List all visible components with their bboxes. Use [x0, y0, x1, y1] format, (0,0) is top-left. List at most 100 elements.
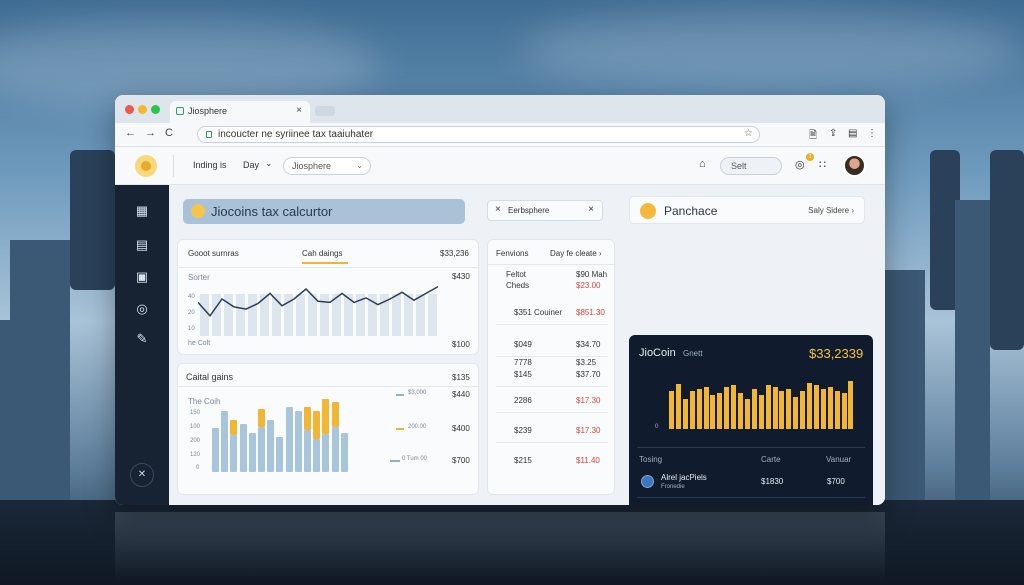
capital-bar [239, 402, 247, 472]
tab-close-icon[interactable]: × [296, 105, 302, 116]
wallet-icon[interactable]: ▤ [134, 237, 150, 253]
search-input[interactable]: Selt [720, 157, 782, 175]
table-cell: $215 [514, 456, 532, 465]
tab-gains-summary[interactable]: Gooot surnras [188, 249, 239, 258]
breadcrumb-2[interactable]: Day [243, 160, 259, 170]
gains-line [198, 286, 438, 317]
main-content: Jiocoins tax calcurtor × Eerbsphere × Pa… [169, 185, 885, 505]
back-arrow-icon[interactable]: ← [125, 127, 136, 139]
extensions-icon[interactable]: ▤ [848, 128, 857, 139]
grid-apps-icon[interactable]: ∷ [819, 158, 826, 171]
table-cell: $23.00 [576, 281, 601, 290]
capital-bar-chart [212, 398, 352, 472]
capital-bar-blue [313, 438, 321, 472]
row-divider [496, 386, 608, 387]
minimize-window-button[interactable] [138, 105, 147, 114]
table-cell: Cheds [506, 281, 530, 290]
coin-bar [779, 391, 785, 429]
dashboard-grid-icon[interactable]: ▦ [134, 203, 150, 219]
coin-icon[interactable]: ◎ [134, 301, 150, 317]
chart-bg-bar [428, 294, 437, 336]
divider [173, 155, 174, 177]
lock-icon [206, 131, 212, 138]
jiocoin-logo-icon[interactable] [135, 155, 157, 177]
share-icon[interactable]: ⇪ [829, 128, 837, 139]
chart-bg-bar [248, 294, 257, 336]
page-title: Jiocoins tax calcurtor [211, 204, 333, 219]
row-divider [496, 412, 608, 413]
table-cell: $34.70 [576, 340, 601, 349]
table-cell: $17.30 [576, 396, 601, 405]
column-header-text: Day fe cleate [550, 249, 597, 258]
coin-bar [738, 393, 743, 429]
close-window-button[interactable] [125, 105, 134, 114]
coin-bar [800, 391, 806, 429]
axis-zero: 0 [655, 424, 659, 430]
pencil-icon[interactable]: ✎ [134, 331, 150, 347]
chevron-down-icon[interactable]: ⌄ [265, 158, 273, 169]
lock-icon[interactable]: ▣ [134, 269, 150, 285]
capital-bar-blue [258, 426, 265, 472]
table-cell: $90 Mah [576, 270, 608, 279]
cloud [520, 10, 1020, 90]
close-icon[interactable]: × [588, 204, 594, 215]
coin-price: $33,2339 [809, 346, 864, 361]
bookmark-star-icon[interactable]: ☆ [744, 128, 753, 139]
legend-value: $700 [452, 456, 470, 465]
gains-total: $33,236 [440, 249, 469, 258]
y-tick: 0 [196, 465, 200, 471]
browser-window: Jiosphere × ← → C incoucter ne syriinee … [115, 95, 885, 505]
table-cell: $049 [514, 340, 532, 349]
browser-tab[interactable]: Jiosphere × [170, 101, 310, 123]
row-divider [637, 497, 865, 498]
capital-bar [331, 402, 339, 472]
url-field[interactable]: incoucter ne syriinee tax taaiuhater ☆ [197, 126, 760, 143]
coin-bar [765, 385, 771, 429]
coin-bar [675, 384, 681, 429]
value-bottom: $100 [452, 340, 470, 349]
capital-bar-yellow [304, 407, 311, 430]
coin-bar [717, 393, 723, 429]
coin-bar-chart [669, 379, 859, 429]
legend-label: 200.00 [408, 424, 427, 430]
holding-sub: Fronedie [661, 484, 685, 490]
maximize-window-button[interactable] [151, 105, 160, 114]
coin-bar [820, 389, 826, 429]
bell-icon[interactable]: ◎ [795, 158, 805, 171]
forward-arrow-icon[interactable]: → [145, 127, 156, 139]
tab-cash-gains[interactable]: Cah daings [302, 249, 342, 258]
menu-kebab-icon[interactable]: ⋮ [867, 128, 877, 139]
capital-bar-yellow [322, 398, 330, 434]
chevron-right-icon: › [851, 206, 854, 215]
purchase-card[interactable]: Panchace Saly Sidere › [629, 196, 865, 224]
filter-chip[interactable]: × Eerbsphere × [487, 200, 603, 221]
capital-bar [276, 402, 284, 472]
reload-icon[interactable]: C [165, 127, 173, 139]
breadcrumb-1[interactable]: Inding is [193, 160, 227, 170]
capital-bar-blue [239, 423, 247, 472]
capital-bar-blue [248, 432, 256, 472]
coin-bar [744, 399, 750, 429]
new-tab-button[interactable] [315, 106, 335, 116]
capital-bar-blue [294, 410, 302, 472]
tab-bar: Jiosphere × [115, 95, 885, 123]
capital-bar-blue [212, 428, 219, 472]
close-icon[interactable]: ✕ [130, 463, 154, 487]
y-tick: 100 [190, 424, 201, 430]
home-icon[interactable]: ⌂ [699, 158, 706, 170]
chart-bg-bar [224, 294, 233, 336]
holding-name[interactable]: Alrel jacPiels [661, 473, 707, 482]
app-header: Inding is Day ⌄ Jiosphere ⌄ ⌂ Selt ◎ 1 ∷ [115, 147, 885, 185]
notification-badge: 1 [806, 153, 814, 161]
close-icon[interactable]: × [495, 204, 501, 215]
y-tick: 200 [190, 438, 201, 444]
avatar[interactable] [843, 154, 866, 177]
capital-bar-yellow [313, 410, 321, 439]
column-header[interactable]: Day fe cleate › [550, 249, 602, 258]
download-icon[interactable]: 🗎 [809, 128, 817, 145]
workspace-dropdown[interactable]: Jiosphere ⌄ [283, 157, 371, 175]
column-header: Vanuar [826, 455, 852, 464]
table-cell: $11.40 [576, 456, 600, 465]
purchase-link[interactable]: Saly Sidere › [808, 206, 854, 215]
filter-label: Eerbsphere [508, 206, 550, 215]
